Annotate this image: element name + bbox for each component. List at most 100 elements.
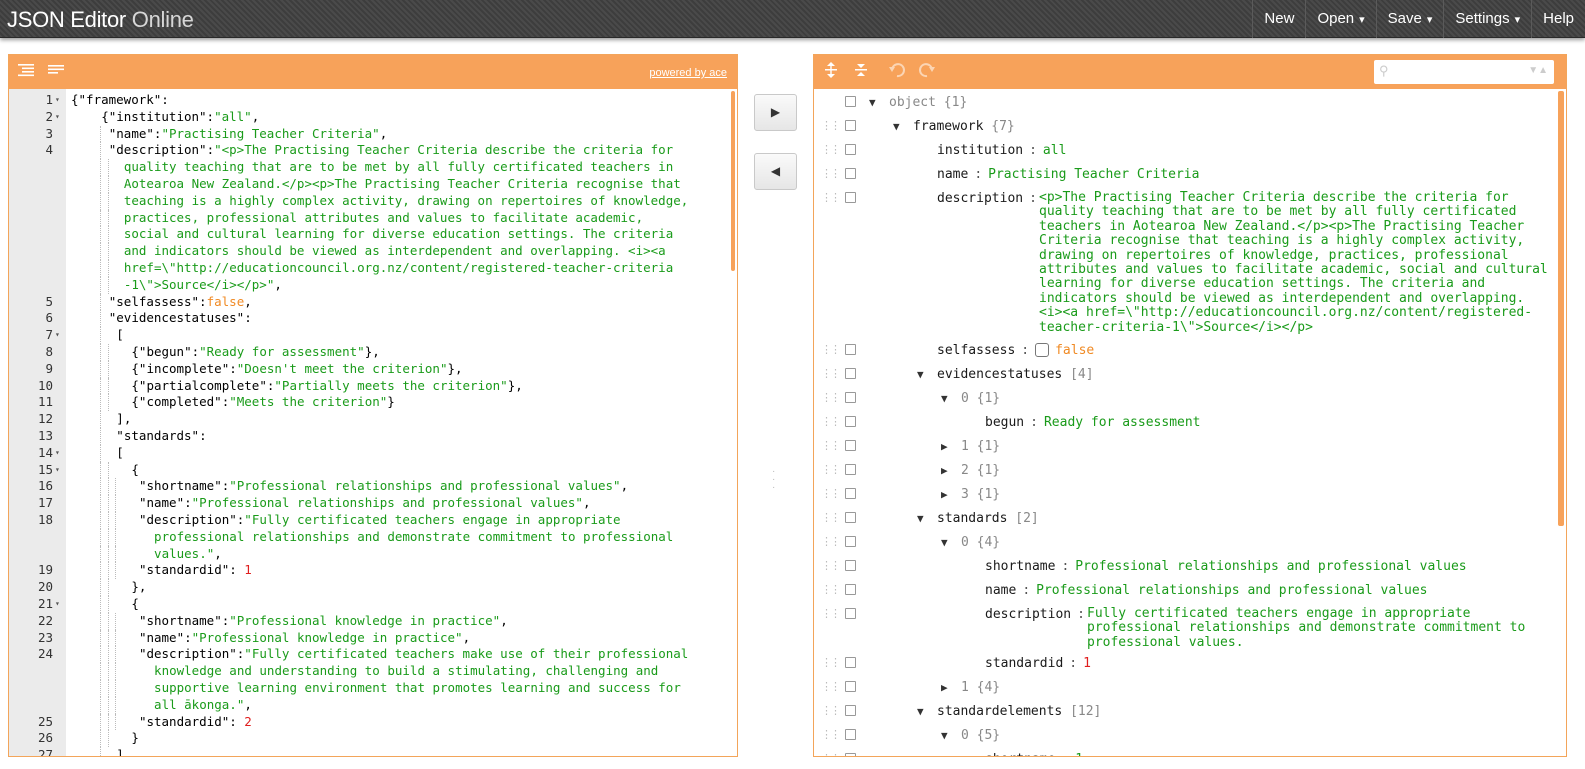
code-line[interactable]: 1 ▾ {"framework": [9,92,737,109]
undo-icon[interactable] [886,61,908,83]
context-menu-icon[interactable] [845,536,856,547]
expand-toggle-icon[interactable]: ▼ [917,705,924,718]
tree-row-standard-description[interactable]: ⋮⋮ description: Fully certificated teach… [814,606,1554,655]
search-nav-icon[interactable]: ▼▲ [1528,65,1548,76]
tree-field[interactable]: standardid [985,656,1063,671]
tree-field[interactable]: shortname [985,559,1055,574]
code-line[interactable]: href=\"http://educationcouncil.org.nz/co… [9,260,737,277]
tree-row-description[interactable]: ⋮⋮ description: <p>The Practising Teache… [814,190,1554,341]
code-line[interactable]: social and cultural learning for diverse… [9,226,737,244]
code-line[interactable]: 6 "evidencestatuses": [9,310,737,328]
tree-value[interactable]: Professional relationships and professio… [1075,559,1466,574]
tree-field[interactable]: description [937,191,1023,206]
code-line[interactable]: 23 "name":"Professional knowledge in prac… [9,629,737,647]
tree-value[interactable]: Ready for assessment [1044,415,1201,430]
drag-handle-icon[interactable]: ⋮⋮ [821,367,841,380]
code-line[interactable]: 4 "description":"<p>The Practising Teache… [9,142,737,160]
tree-value[interactable]: false [1055,343,1094,358]
drag-handle-icon[interactable]: ⋮⋮ [821,728,841,741]
drag-handle-icon[interactable]: ⋮⋮ [821,167,841,180]
context-menu-icon[interactable] [845,729,856,740]
code-line[interactable]: 12], [9,411,737,428]
drag-handle-icon[interactable]: ⋮⋮ [821,607,841,620]
fold-toggle-icon[interactable]: ▾ [55,109,60,126]
code-line[interactable]: 13 "standards": [9,428,737,445]
tree-value[interactable]: 1 [1075,752,1083,756]
code-line[interactable]: 16 "shortname":"Professional relationship… [9,478,737,496]
code-line[interactable]: 21 ▾ { [9,596,737,613]
search-box[interactable]: ⚲ ▼▲ [1374,60,1554,84]
code-line[interactable]: quality teaching that are to be met by a… [9,159,737,176]
expand-toggle-icon[interactable]: ▼ [941,392,948,405]
context-menu-icon[interactable] [845,192,856,203]
code-line[interactable]: 20}, [9,579,737,596]
code-line[interactable]: 22 "shortname":"Professional knowledge in… [9,612,737,630]
context-menu-icon[interactable] [845,512,856,523]
drag-handle-icon[interactable]: ⋮⋮ [821,391,841,404]
code-line[interactable]: and indicators should be viewed as inter… [9,243,737,260]
drag-handle-icon[interactable]: ⋮⋮ [821,463,841,476]
tree-value[interactable]: Professional relationships and professio… [1036,583,1427,598]
expand-toggle-icon[interactable]: ▼ [917,512,924,525]
context-menu-icon[interactable] [845,753,856,756]
code-line[interactable]: 27], [9,747,737,756]
context-menu-icon[interactable] [845,681,856,692]
code-line[interactable]: 10 {"partialcomplete":"Partially meets th… [9,377,737,395]
menu-new[interactable]: New [1252,0,1305,38]
collapsed-toggle-icon[interactable]: ▶ [941,464,948,477]
code-line[interactable]: 11 {"completed":"Meets the criterion"} [9,394,737,412]
menu-save[interactable]: Save ▾ [1375,0,1444,38]
menu-open[interactable]: Open ▾ [1305,0,1375,38]
copy-to-left-button[interactable]: ◀ [754,153,797,190]
code-line[interactable]: teaching is a highly complex activity, d… [9,192,737,210]
drag-handle-icon[interactable]: ⋮⋮ [821,511,841,524]
code-line[interactable]: 2 ▾ {"institution":"all", [9,109,737,126]
collapsed-toggle-icon[interactable]: ▶ [941,681,948,694]
tree-value[interactable]: Fully certificated teachers engage in ap… [1087,606,1549,650]
context-menu-icon[interactable] [845,96,856,107]
fold-toggle-icon[interactable]: ▾ [55,445,60,462]
expand-toggle-icon[interactable]: ▼ [941,536,948,549]
code-line[interactable]: -1\">Source</i></p>", [9,276,737,294]
tree-field[interactable]: description [985,607,1071,622]
code-area[interactable]: 1 ▾ {"framework": 2 ▾ {"institution":"all", 3 "… [9,89,737,756]
menu-settings[interactable]: Settings ▾ [1443,0,1531,38]
context-menu-icon[interactable] [845,657,856,668]
context-menu-icon[interactable] [845,416,856,427]
fold-toggle-icon[interactable]: ▾ [55,92,60,109]
tree-field[interactable]: evidencestatuses [937,367,1062,382]
tree-value[interactable]: all [1043,143,1066,158]
drag-handle-icon[interactable]: ⋮⋮ [821,704,841,717]
context-menu-icon[interactable] [845,392,856,403]
code-line[interactable]: 15 ▾ { [9,461,737,479]
tree-value[interactable]: 1 [1083,656,1091,671]
tree-field[interactable]: framework [913,119,983,134]
expand-toggle-icon[interactable]: ▼ [941,729,948,742]
collapsed-toggle-icon[interactable]: ▶ [941,488,948,501]
code-line[interactable]: 18 "description":"Fully certificated teac… [9,512,737,529]
code-line[interactable]: 8 {"begun":"Ready for assessment"}, [9,344,737,361]
code-line[interactable]: 3 "name":"Practising Teacher Criteria", [9,125,737,143]
drag-handle-icon[interactable]: ⋮⋮ [821,583,841,596]
context-menu-icon[interactable] [845,705,856,716]
expand-toggle-icon[interactable]: ▼ [893,120,900,133]
tree-value[interactable]: <p>The Practising Teacher Criteria descr… [1039,190,1549,335]
powered-by-ace-link[interactable]: powered by ace [649,67,727,79]
tree-scrollbar[interactable] [1558,91,1564,526]
code-line[interactable]: supportive learning environment that pro… [9,680,737,697]
drag-handle-icon[interactable]: ⋮⋮ [821,487,841,500]
code-line[interactable]: 19 "standardid": 1 [9,562,737,580]
code-line[interactable]: 24 "description":"Fully certificated teac… [9,646,737,664]
code-line[interactable]: professional relationships and demonstra… [9,528,737,546]
expand-toggle-icon[interactable]: ▼ [917,368,924,381]
context-menu-icon[interactable] [845,344,856,355]
drag-handle-icon[interactable]: ⋮⋮ [821,439,841,452]
code-line[interactable]: 5 "selfassess":false, [9,293,737,311]
expand-toggle-icon[interactable]: ▼ [869,96,876,109]
expand-all-icon[interactable] [820,61,842,83]
code-line[interactable]: 14 ▾ [ [9,444,737,462]
fold-toggle-icon[interactable]: ▾ [55,596,60,613]
code-line[interactable]: values.", [9,545,737,563]
tree-field[interactable]: name [985,583,1016,598]
code-line[interactable]: all ākonga.", [9,696,737,714]
